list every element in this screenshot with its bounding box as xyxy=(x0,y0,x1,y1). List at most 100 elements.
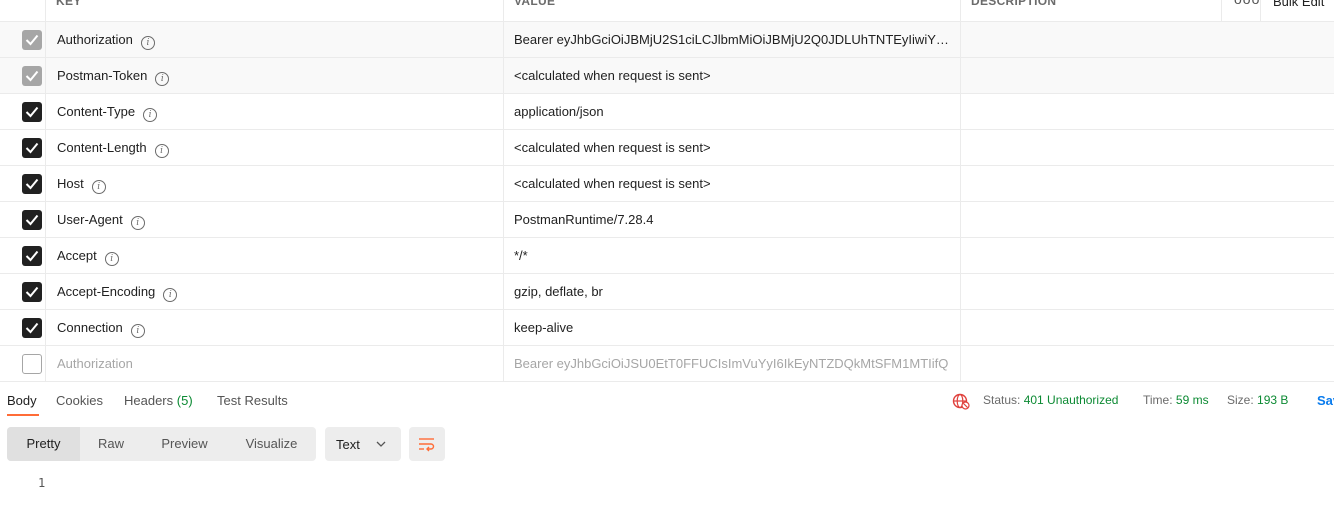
header-value[interactable]: PostmanRuntime/7.28.4 xyxy=(514,212,959,227)
table-row: Connection i keep-alive xyxy=(0,310,1334,346)
headers-count-badge: (5) xyxy=(176,393,193,408)
tab-test-results[interactable]: Test Results xyxy=(217,393,288,408)
checkmark-icon xyxy=(25,214,39,226)
header-key[interactable]: Content-Type i xyxy=(57,104,158,122)
format-segmented-control: Pretty Raw Preview Visualize xyxy=(7,427,316,461)
info-icon[interactable]: i xyxy=(163,288,178,302)
checkmark-icon xyxy=(25,286,39,298)
time-readout[interactable]: Time: 59 ms xyxy=(1143,393,1209,407)
column-header-value: VALUE xyxy=(514,0,556,8)
info-icon[interactable]: i xyxy=(130,216,145,230)
row-checkbox[interactable] xyxy=(22,102,42,122)
time-value: 59 ms xyxy=(1175,393,1209,407)
wrap-lines-button[interactable] xyxy=(409,427,445,461)
info-icon[interactable]: i xyxy=(104,252,119,266)
header-description[interactable] xyxy=(961,58,1334,93)
header-key[interactable]: Accept i xyxy=(57,248,119,266)
format-pretty-button[interactable]: Pretty xyxy=(7,427,80,461)
save-response-button[interactable]: Sav xyxy=(1317,393,1334,408)
row-checkbox[interactable] xyxy=(22,174,42,194)
table-row: Accept i */* xyxy=(0,238,1334,274)
row-checkbox[interactable] xyxy=(22,66,42,86)
checkmark-icon xyxy=(25,70,39,82)
globe-error-icon[interactable] xyxy=(952,392,970,410)
row-checkbox[interactable] xyxy=(22,318,42,338)
header-key[interactable]: Content-Length i xyxy=(57,140,169,158)
column-header-key: KEY xyxy=(56,0,82,8)
info-icon[interactable]: i xyxy=(155,72,170,86)
table-row: Content-Length i <calculated when request … xyxy=(0,130,1334,166)
table-row: Content-Type i application/json xyxy=(0,94,1334,130)
header-key[interactable]: Postman-Token i xyxy=(57,68,170,86)
response-tabs: Body Cookies Headers (5) Test Results St… xyxy=(0,383,1334,417)
status-value: 401 Unauthorized xyxy=(1023,393,1119,407)
header-value[interactable]: keep-alive xyxy=(514,320,959,335)
header-value[interactable]: <calculated when request is sent> xyxy=(514,68,959,83)
tab-body[interactable]: Body xyxy=(7,393,37,408)
row-checkbox[interactable] xyxy=(22,138,42,158)
header-description[interactable] xyxy=(961,238,1334,273)
row-checkbox[interactable] xyxy=(22,246,42,266)
header-value[interactable]: <calculated when request is sent> xyxy=(514,140,959,155)
content-type-value: Text xyxy=(336,437,360,452)
info-icon[interactable]: i xyxy=(154,144,169,158)
header-description[interactable] xyxy=(961,22,1334,57)
bulk-edit-link[interactable]: Bulk Edit xyxy=(1273,0,1324,9)
row-checkbox[interactable] xyxy=(22,30,42,50)
header-key[interactable]: User-Agent i xyxy=(57,212,145,230)
row-checkbox[interactable] xyxy=(22,282,42,302)
info-icon[interactable]: i xyxy=(143,108,158,122)
checkmark-icon xyxy=(25,178,39,190)
more-icon: ooo xyxy=(1234,0,1260,7)
table-row: Postman-Token i <calculated when request i… xyxy=(0,58,1334,94)
format-visualize-button[interactable]: Visualize xyxy=(227,427,316,461)
table-row: User-Agent i PostmanRuntime/7.28.4 xyxy=(0,202,1334,238)
header-description[interactable] xyxy=(961,202,1334,237)
header-key[interactable]: Accept-Encoding i xyxy=(57,284,178,302)
checkmark-icon xyxy=(25,34,39,46)
chevron-down-icon xyxy=(376,441,386,447)
more-options-button[interactable]: ooo xyxy=(1221,0,1261,22)
header-description[interactable] xyxy=(961,346,1334,381)
table-row: Authorization Bearer eyJhbGciOiJSU0EtT0FF… xyxy=(0,346,1334,382)
header-key[interactable]: Authorization xyxy=(57,356,133,371)
tab-headers[interactable]: Headers (5) xyxy=(124,393,193,408)
header-value[interactable]: Bearer eyJhbGciOiJBMjU2S1ciLCJlbmMiOiJBM… xyxy=(514,32,959,47)
header-key[interactable]: Host i xyxy=(57,176,106,194)
info-icon[interactable]: i xyxy=(91,180,106,194)
header-value[interactable]: <calculated when request is sent> xyxy=(514,176,959,191)
table-row: Accept-Encoding i gzip, deflate, br xyxy=(0,274,1334,310)
checkmark-icon xyxy=(25,322,39,334)
header-description[interactable] xyxy=(961,274,1334,309)
header-description[interactable] xyxy=(961,166,1334,201)
size-readout[interactable]: Size: 193 B xyxy=(1227,393,1288,407)
status-readout[interactable]: Status: 401 Unauthorized xyxy=(983,393,1118,407)
header-value[interactable]: gzip, deflate, br xyxy=(514,284,959,299)
row-checkbox[interactable] xyxy=(22,354,42,374)
active-tab-indicator xyxy=(7,414,39,416)
info-icon[interactable]: i xyxy=(140,36,155,50)
checkmark-icon xyxy=(25,106,39,118)
header-key[interactable]: Authorization i xyxy=(57,32,155,50)
header-description[interactable] xyxy=(961,130,1334,165)
row-checkbox[interactable] xyxy=(22,210,42,230)
tab-cookies[interactable]: Cookies xyxy=(56,393,103,408)
line-number: 1 xyxy=(38,476,46,490)
header-description[interactable] xyxy=(961,310,1334,345)
header-value[interactable]: application/json xyxy=(514,104,959,119)
content-type-select[interactable]: Text xyxy=(325,427,401,461)
headers-table: KEY VALUE DESCRIPTION ooo Bulk Edit Auth… xyxy=(0,0,1334,382)
size-value: 193 B xyxy=(1257,393,1289,407)
checkmark-icon xyxy=(25,250,39,262)
header-value[interactable]: Bearer eyJhbGciOiJSU0EtT0FFUCIsImVuYyI6I… xyxy=(514,356,959,371)
checkmark-icon xyxy=(25,142,39,154)
header-key[interactable]: Connection i xyxy=(57,320,145,338)
header-value[interactable]: */* xyxy=(514,248,959,263)
table-row: Host i <calculated when request is sent> xyxy=(0,166,1334,202)
format-raw-button[interactable]: Raw xyxy=(80,427,142,461)
table-row: Authorization i Bearer eyJhbGciOiJBMjU2S1c… xyxy=(0,22,1334,58)
header-description[interactable] xyxy=(961,94,1334,129)
info-icon[interactable]: i xyxy=(130,324,145,338)
column-header-description: DESCRIPTION xyxy=(971,0,1057,8)
format-preview-button[interactable]: Preview xyxy=(142,427,227,461)
